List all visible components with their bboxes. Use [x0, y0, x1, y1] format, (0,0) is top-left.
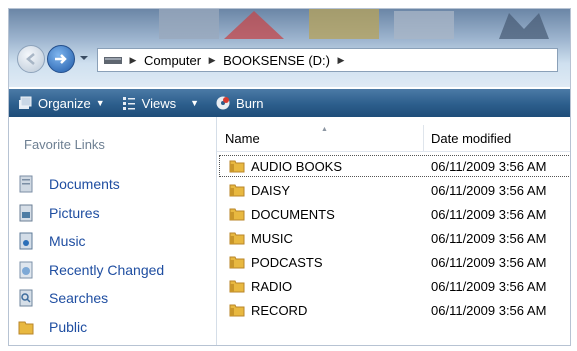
file-name: RECORD [251, 302, 308, 318]
forward-button[interactable] [47, 45, 75, 73]
folder-icon [229, 208, 245, 221]
favorite-link-searches[interactable]: Searches [17, 286, 108, 310]
views-label: Views [141, 95, 177, 111]
drive-icon [104, 57, 122, 64]
chevron-down-icon: ▼ [190, 98, 200, 108]
favorite-link-music[interactable]: Music [17, 229, 86, 253]
favorite-link-label: Public [49, 319, 88, 335]
favorite-link-pictures[interactable]: Pictures [17, 201, 100, 225]
file-list: ▲ Name Date modified AUDIO BOOKS 06/11/2… [217, 117, 570, 345]
music-icon [19, 232, 33, 250]
favorite-link-documents[interactable]: Documents [17, 172, 120, 196]
views-button[interactable]: Views ▼ [113, 89, 207, 117]
views-icon [122, 97, 135, 110]
searches-icon [19, 289, 33, 307]
explorer-window: ▶ Computer ▶ BOOKSENSE (D:) ▶ Organize ▼… [8, 8, 571, 346]
address-bar[interactable]: ▶ Computer ▶ BOOKSENSE (D:) ▶ [97, 48, 558, 72]
back-button[interactable] [17, 45, 45, 73]
favorite-link-recently-changed[interactable]: Recently Changed [17, 258, 164, 282]
breadcrumb-separator-icon[interactable]: ▶ [334, 55, 348, 66]
command-bar: Organize ▼ Views ▼ Burn [9, 89, 570, 117]
title-region: ▶ Computer ▶ BOOKSENSE (D:) ▶ [9, 9, 570, 87]
recently-changed-icon [19, 261, 33, 279]
file-date-modified: 06/11/2009 3:56 AM [431, 302, 547, 318]
organize-button[interactable]: Organize ▼ [9, 89, 113, 117]
table-row[interactable]: RECORD 06/11/2009 3:56 AM [219, 299, 570, 321]
recent-pages-chevron-down-icon[interactable] [79, 53, 89, 63]
column-header-date-modified[interactable]: Date modified [431, 125, 511, 151]
pictures-icon [19, 204, 33, 222]
folder-icon [229, 280, 245, 293]
file-date-modified: 06/11/2009 3:56 AM [431, 278, 547, 294]
file-name: MUSIC [251, 230, 293, 246]
file-name: RADIO [251, 278, 293, 294]
column-header-name[interactable]: Name [225, 125, 415, 151]
table-row[interactable]: RADIO 06/11/2009 3:56 AM [219, 275, 570, 297]
favorite-link-label: Documents [49, 176, 120, 192]
file-date-modified: 06/11/2009 3:56 AM [431, 206, 547, 222]
breadcrumb-separator-icon[interactable]: ▶ [205, 55, 219, 66]
table-row[interactable]: AUDIO BOOKS 06/11/2009 3:56 AM [219, 155, 570, 177]
file-name: PODCASTS [251, 254, 323, 270]
file-date-modified: 06/11/2009 3:56 AM [431, 182, 547, 198]
file-date-modified: 06/11/2009 3:56 AM [431, 158, 547, 174]
favorite-link-label: Searches [49, 290, 109, 306]
favorite-links-heading: Favorite Links [24, 137, 105, 152]
organize-icon [19, 96, 32, 109]
breadcrumb-separator-icon[interactable]: ▶ [126, 55, 140, 66]
folder-icon [229, 256, 245, 269]
chevron-down-icon: ▼ [95, 98, 105, 108]
folder-icon [229, 160, 245, 173]
file-name: DAISY [251, 182, 291, 198]
breadcrumb-booksense-drive[interactable]: BOOKSENSE (D:) [219, 53, 334, 68]
file-name: AUDIO BOOKS [251, 158, 343, 174]
navigation-row: ▶ Computer ▶ BOOKSENSE (D:) ▶ [9, 39, 570, 83]
burn-label: Burn [236, 95, 264, 111]
background-decoration [159, 9, 549, 39]
folder-icon [229, 184, 245, 197]
favorite-link-label: Pictures [49, 205, 100, 221]
public-folder-icon [18, 321, 34, 335]
favorite-link-public[interactable]: Public [17, 315, 87, 339]
column-headers: ▲ Name Date modified [217, 125, 570, 152]
navigation-pane: Favorite Links Documents Pictures Music [9, 117, 217, 345]
table-row[interactable]: DOCUMENTS 06/11/2009 3:56 AM [219, 203, 570, 225]
table-row[interactable]: PODCASTS 06/11/2009 3:56 AM [219, 251, 570, 273]
breadcrumb-computer[interactable]: Computer [140, 53, 205, 68]
file-date-modified: 06/11/2009 3:56 AM [431, 230, 547, 246]
favorite-link-label: Recently Changed [49, 262, 165, 278]
organize-label: Organize [38, 95, 91, 111]
burn-disc-icon [216, 96, 230, 110]
favorite-link-label: Music [49, 233, 86, 249]
folder-icon [229, 232, 245, 245]
column-divider[interactable] [423, 125, 424, 151]
documents-icon [19, 175, 33, 193]
file-name: DOCUMENTS [251, 206, 335, 222]
forward-arrow-icon [55, 54, 67, 64]
back-arrow-icon [26, 53, 35, 65]
burn-button[interactable]: Burn [207, 89, 271, 117]
table-row[interactable]: MUSIC 06/11/2009 3:56 AM [219, 227, 570, 249]
file-date-modified: 06/11/2009 3:56 AM [431, 254, 547, 270]
table-row[interactable]: DAISY 06/11/2009 3:56 AM [219, 179, 570, 201]
folder-icon [229, 304, 245, 317]
